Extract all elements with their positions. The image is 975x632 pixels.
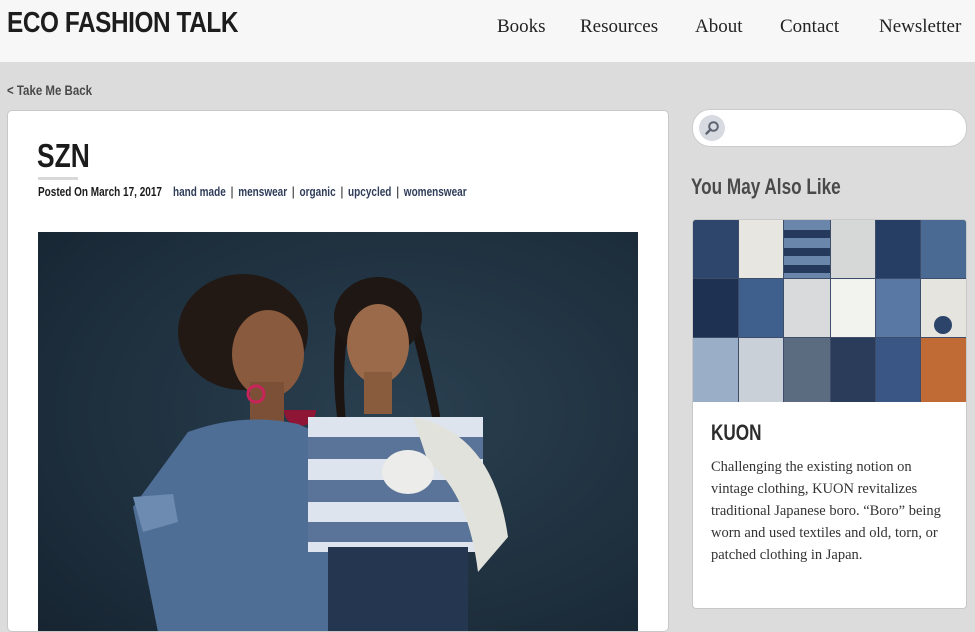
tag-separator: | [291,185,295,199]
related-post-image[interactable] [693,220,966,402]
tag-link-menswear[interactable]: menswear [238,185,287,199]
post-date: Posted On March 17, 2017 [38,185,162,199]
post-card: SZN Posted On March 17, 2017 hand made | m… [7,110,669,632]
tag-separator: | [230,185,234,199]
tag-link-upcycled[interactable]: upcycled [348,185,391,199]
main-nav: Books Resources About Contact Newsletter [0,16,975,40]
tag-separator: | [396,185,399,199]
nav-item-newsletter[interactable]: Newsletter [879,16,961,38]
post-hero-image [38,232,638,631]
tag-link-organic[interactable]: organic [300,185,336,199]
search-box[interactable] [692,109,967,147]
tag-link-hand-made[interactable]: hand made [173,185,226,199]
title-underline [38,177,78,180]
nav-item-about[interactable]: About [695,16,743,38]
site-header: ECO FASHION TALK Books Resources About C… [0,0,975,62]
nav-item-books[interactable]: Books [497,16,546,38]
nav-item-resources[interactable]: Resources [580,16,658,38]
models-photo [38,232,638,631]
search-icon[interactable] [699,115,725,141]
related-post-excerpt: Challenging the existing notion on vinta… [711,459,941,563]
nav-item-contact[interactable]: Contact [780,16,839,38]
related-post-title[interactable]: KUON [711,420,762,446]
related-post-card[interactable]: KUON Challenging the existing notion on … [692,219,967,609]
sidebar-heading: You May Also Like [691,174,841,199]
back-link[interactable]: < Take Me Back [7,82,92,98]
post-title: SZN [37,137,90,174]
search-input[interactable] [731,116,955,142]
tag-link-womenswear[interactable]: womenswear [404,185,467,199]
garments-grid-photo [693,220,966,402]
post-tags: hand made | menswear | organic | upcycled | wome… [173,185,467,199]
tag-separator: | [340,185,344,199]
